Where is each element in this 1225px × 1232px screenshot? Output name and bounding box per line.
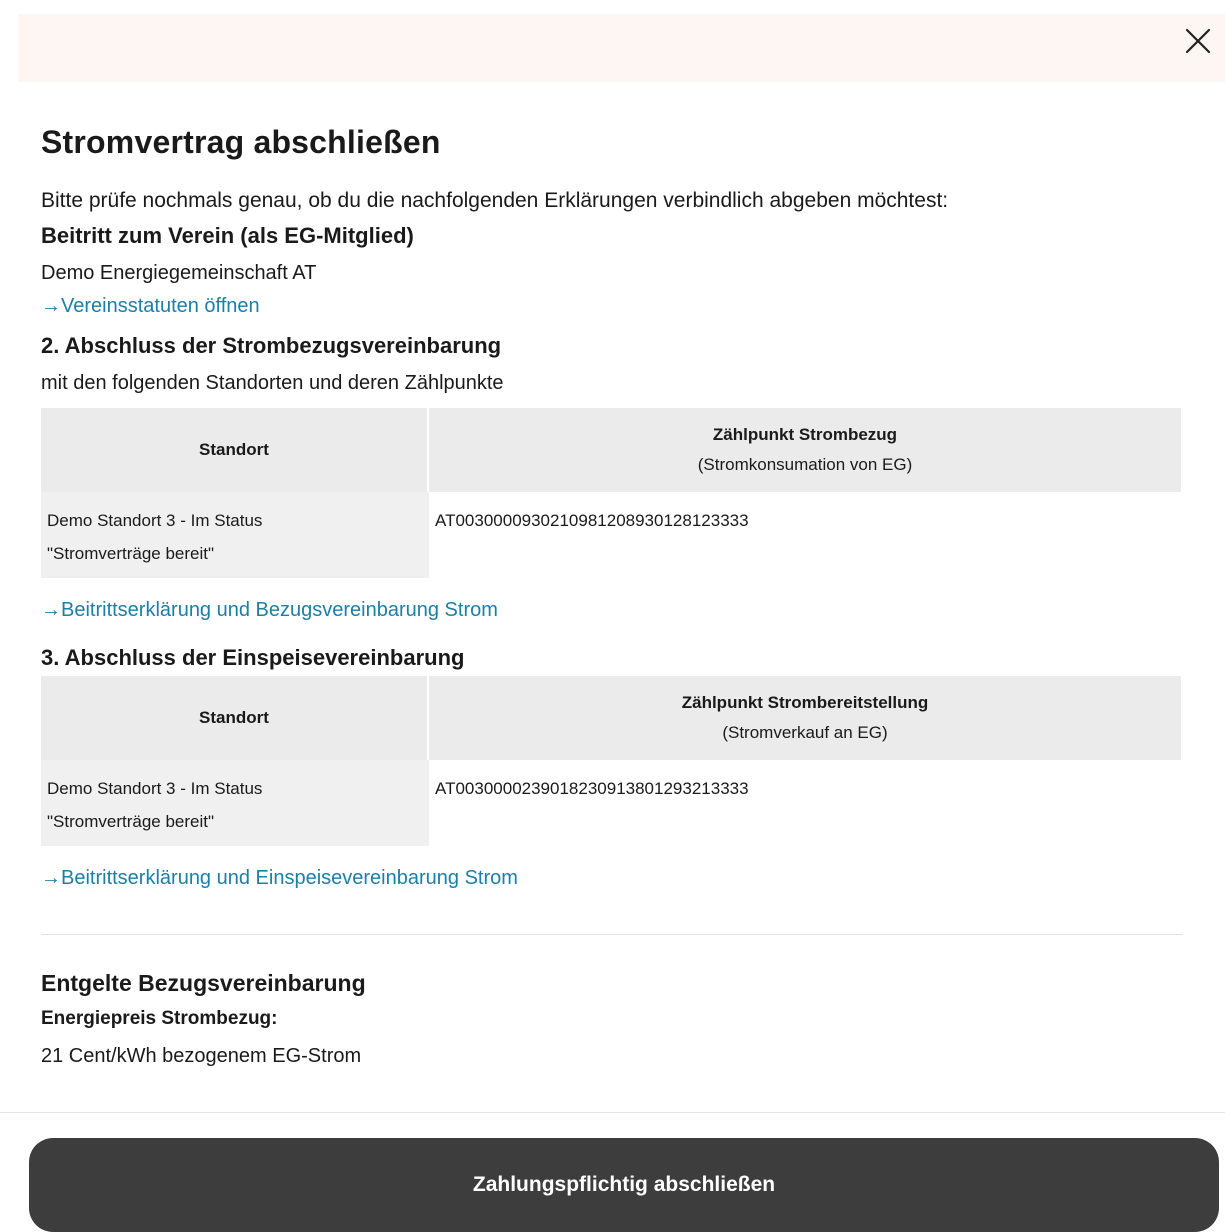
standort-cell: Demo Standort 3 - Im Status "Stromverträ…: [41, 760, 429, 846]
pricing-heading: Entgelte Bezugsvereinbarung: [41, 970, 366, 996]
standort-status: "Stromverträge bereit": [47, 544, 215, 563]
pricing-value: 21 Cent/kWh bezogenem EG-Strom: [41, 1045, 362, 1067]
zaehlpunkt-cell: AT0030000930210981208930128123333: [435, 511, 749, 530]
standort-cell: Demo Standort 3 - Im Status "Stromverträ…: [41, 492, 429, 578]
organization-name: Demo Energiegemeinschaft AT: [41, 262, 317, 284]
section1-heading: Beitritt zum Verein (als EG-Mitglied): [41, 223, 414, 248]
column-header-zaehlpunkt: Zählpunkt Strombereitstellung (Stromverk…: [429, 676, 1181, 760]
table-row: Demo Standort 3 - Im Status "Stromverträ…: [41, 760, 1181, 846]
standort-name: Demo Standort 3 - Im Status: [47, 511, 263, 530]
column-header-title: Zählpunkt Strombezug: [712, 425, 898, 444]
zaehlpunkt-cell: AT0030000239018230913801293213333: [435, 779, 749, 798]
section3-heading: 3. Abschluss der Einspeisevereinbarung: [41, 645, 465, 670]
column-header-subtitle: (Stromkonsumation von EG): [697, 455, 913, 474]
column-header-standort: Standort: [41, 676, 429, 760]
dialog-header-bar: [18, 14, 1225, 82]
consumption-agreement-link[interactable]: →Beitrittserklärung und Bezugsvereinbaru…: [41, 592, 1183, 628]
table-header-row: Standort Zählpunkt Strombereitstellung (…: [41, 676, 1181, 760]
section-divider: [41, 934, 1183, 935]
section2-subtitle: mit den folgenden Standorten und deren Z…: [41, 372, 504, 394]
scroll-divider: [0, 1112, 1225, 1113]
feedin-table: Standort Zählpunkt Strombereitstellung (…: [41, 676, 1181, 846]
feedin-agreement-link[interactable]: →Beitrittserklärung und Einspeisevereinb…: [41, 860, 1183, 896]
table-header-row: Standort Zählpunkt Strombezug (Stromkons…: [41, 408, 1181, 492]
intro-text: Bitte prüfe nochmals genau, ob du die na…: [41, 189, 949, 212]
consumption-table: Standort Zählpunkt Strombezug (Stromkons…: [41, 408, 1181, 578]
dialog-title: Stromvertrag abschließen: [41, 124, 441, 160]
statutes-link[interactable]: →Vereinsstatuten öffnen: [41, 288, 1183, 324]
standort-status: "Stromverträge bereit": [47, 812, 215, 831]
column-header-standort: Standort: [41, 408, 429, 492]
column-header-zaehlpunkt: Zählpunkt Strombezug (Stromkonsumation v…: [429, 408, 1181, 492]
submit-button[interactable]: Zahlungspflichtig abschließen: [29, 1138, 1219, 1232]
table-row: Demo Standort 3 - Im Status "Stromverträ…: [41, 492, 1181, 578]
close-icon[interactable]: [1181, 24, 1215, 58]
section2-heading: 2. Abschluss der Strombezugsvereinbarung: [41, 333, 502, 358]
column-header-subtitle: (Stromverkauf an EG): [722, 723, 888, 742]
dialog-content: Stromvertrag abschließen Bitte prüfe noc…: [41, 116, 1183, 1075]
pricing-label: Energiepreis Strombezug:: [41, 1008, 278, 1029]
column-header-title: Zählpunkt Strombereitstellung: [681, 693, 929, 712]
standort-name: Demo Standort 3 - Im Status: [47, 779, 263, 798]
